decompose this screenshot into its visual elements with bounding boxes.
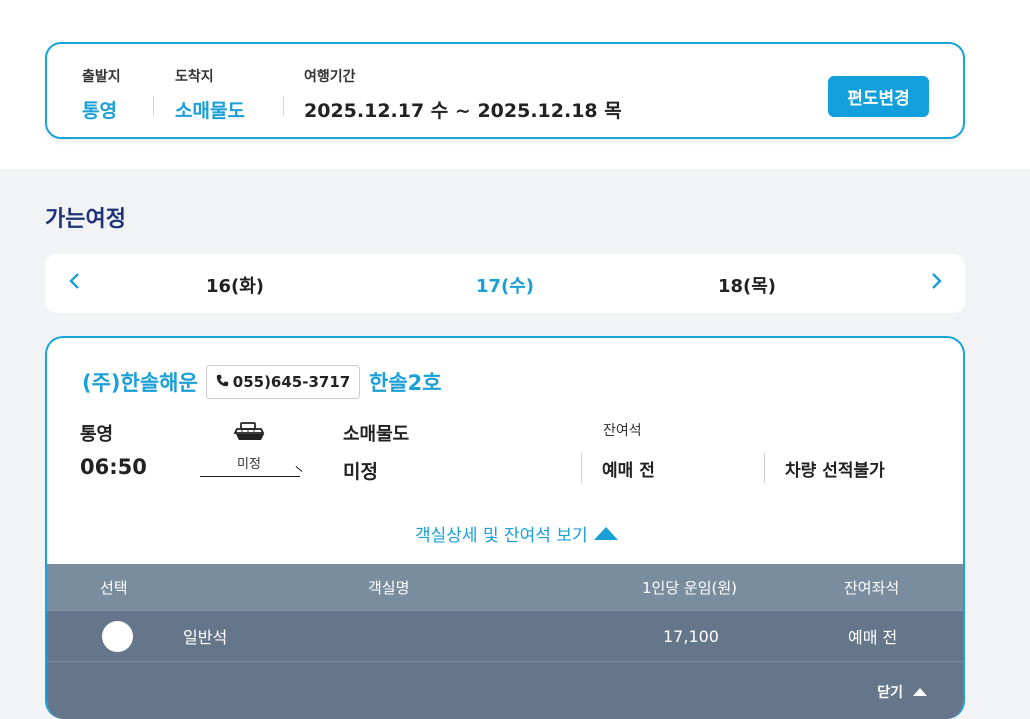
room-remaining: 예매 전 (848, 628, 898, 647)
ship-name: 한솔2호 (369, 371, 442, 395)
departure-label: 출발지 (82, 69, 121, 85)
chevron-right-icon[interactable] (924, 271, 948, 295)
table-footer: 닫기 (47, 661, 963, 719)
from-port: 통영 (80, 424, 114, 445)
to-time: 미정 (343, 461, 378, 483)
header-select: 선택 (100, 578, 128, 597)
room-table: 선택 객실명 1인당 운임(원) 잔여좌석 일반석 17,100 예매 전 닫기 (47, 564, 963, 719)
search-summary-box: 출발지 통영 도착지 소매물도 여행기간 2025.12.17 수 ~ 2025… (45, 42, 965, 139)
route-arrow-tip (295, 465, 303, 472)
caret-up-icon (593, 527, 618, 540)
date-item[interactable]: 16(화) (175, 272, 295, 298)
phone-button[interactable]: 055)645-3717 (206, 365, 360, 399)
date-item-active[interactable]: 17(수) (445, 272, 565, 298)
to-port: 소매물도 (343, 424, 410, 445)
arrival-group[interactable]: 도착지 소매물도 (175, 66, 245, 123)
section-title: 가는여정 (45, 207, 126, 232)
header-fare: 1인당 운임(원) (642, 578, 738, 597)
from-time: 06:50 (80, 455, 147, 479)
chevron-left-icon[interactable] (63, 271, 87, 295)
divider (581, 453, 582, 483)
room-fare: 17,100 (663, 626, 719, 646)
period-group[interactable]: 여행기간 2025.12.17 수 ~ 2025.12.18 목 (304, 66, 622, 123)
room-select-radio-cell (102, 611, 133, 661)
passenger-seat-status: 예매 전 (602, 461, 655, 481)
period-value: 2025.12.17 수 ~ 2025.12.18 목 (304, 100, 622, 122)
remaining-label: 잔여석 (603, 423, 642, 439)
phone-icon (216, 374, 229, 391)
vehicle-seat-status: 차량 선적불가 (785, 461, 885, 481)
divider (764, 453, 765, 483)
room-name: 일반석 (183, 628, 228, 647)
departure-value: 통영 (82, 100, 117, 122)
date-selector: 16(화) 17(수) 18(목) (45, 254, 965, 313)
arrival-label: 도착지 (175, 69, 214, 85)
table-header: 선택 객실명 1인당 운임(원) 잔여좌석 (47, 564, 963, 610)
search-area: 출발지 통영 도착지 소매물도 여행기간 2025.12.17 수 ~ 2025… (0, 0, 1030, 169)
close-table-button[interactable]: 닫기 (877, 682, 927, 702)
room-detail-label: 객실상세 및 잔여석 보기 (415, 526, 588, 546)
header-room-name: 객실명 (368, 578, 410, 597)
route-arrow-line (200, 476, 300, 477)
arrival-value: 소매물도 (175, 100, 245, 122)
company-name: (주)한솔해운 (82, 371, 198, 395)
phone-number: 055)645-3717 (232, 373, 351, 391)
route-status: 미정 (237, 457, 261, 472)
close-label: 닫기 (877, 685, 903, 701)
date-item[interactable]: 18(목) (687, 272, 807, 298)
room-detail-toggle[interactable]: 객실상세 및 잔여석 보기 (415, 521, 618, 546)
departure-group[interactable]: 출발지 통영 (82, 66, 121, 123)
divider (283, 96, 284, 116)
ship-icon (233, 421, 267, 449)
header-remaining: 잔여좌석 (844, 578, 900, 597)
change-trip-button[interactable]: 편도변경 (828, 76, 929, 117)
trip-card: (주)한솔해운 055)645-3717 한솔2호 통영 06:50 미정 소매… (45, 336, 965, 719)
period-label: 여행기간 (304, 69, 356, 85)
divider (153, 96, 154, 116)
caret-up-icon (913, 688, 927, 696)
table-row[interactable]: 일반석 17,100 예매 전 (47, 610, 963, 661)
room-select-radio[interactable] (102, 620, 133, 652)
